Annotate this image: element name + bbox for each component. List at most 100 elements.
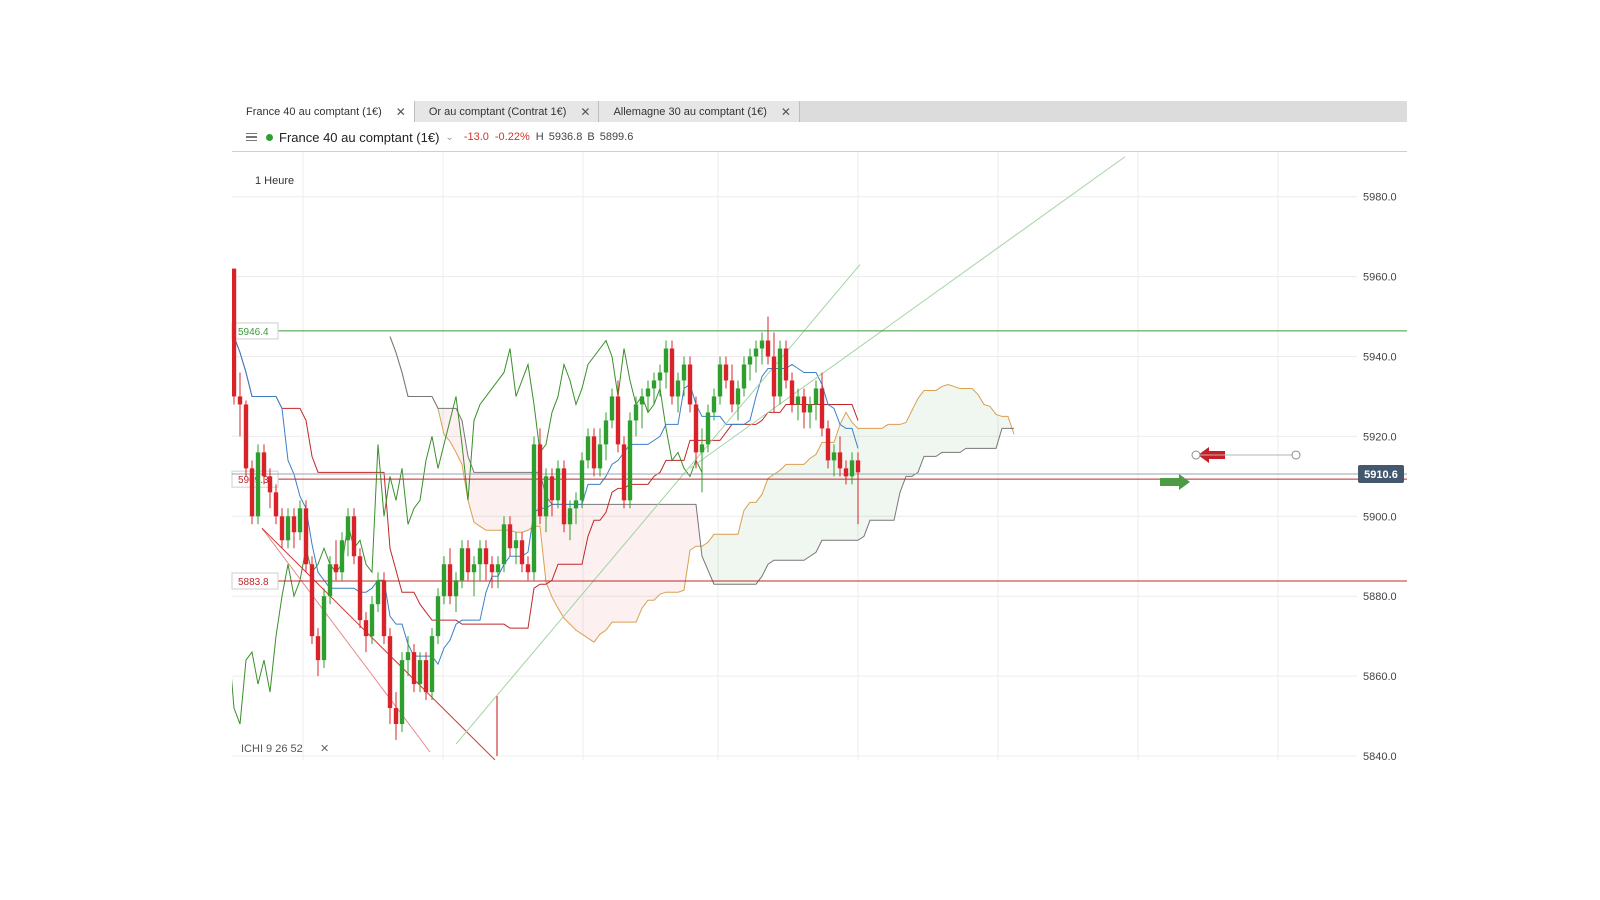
cloud-segment: [522, 472, 528, 533]
candle-body: [855, 460, 861, 473]
y-tick-label: 5980.0: [1363, 192, 1397, 204]
candle: [405, 636, 411, 677]
candle: [429, 628, 435, 701]
cloud-segment: [636, 504, 642, 623]
price-chart[interactable]: 5946.45909.35883.85840.05860.05880.05900…: [0, 0, 1600, 900]
cloud-segment: [900, 422, 906, 493]
candle-body: [627, 420, 633, 501]
candle: [681, 356, 687, 397]
candle-body: [279, 516, 285, 541]
cloud-segment: [744, 502, 750, 585]
candle: [333, 540, 339, 581]
candle-body: [843, 468, 849, 477]
candle-body: [591, 436, 597, 469]
candle-body: [621, 444, 627, 501]
indicator-legend: ICHI 9 26 52: [241, 743, 303, 755]
candle: [723, 356, 729, 389]
candle-body: [243, 404, 249, 469]
candle-body: [579, 460, 585, 501]
candle: [663, 340, 669, 389]
candle-body: [669, 348, 675, 397]
candle: [609, 388, 615, 429]
candle-body: [423, 660, 429, 693]
candle-body: [381, 580, 387, 637]
candle: [513, 532, 519, 565]
candle-body: [723, 364, 729, 381]
candle: [369, 596, 375, 645]
cloud-segment: [474, 472, 480, 527]
candle-body: [675, 380, 681, 397]
candle: [471, 556, 477, 597]
candle-body: [783, 348, 789, 381]
candle-body: [819, 388, 825, 429]
candle: [789, 372, 795, 413]
candle-body: [615, 396, 621, 445]
cloud-segment: [816, 442, 822, 553]
cloud-segment: [768, 474, 774, 565]
candle-body: [459, 548, 465, 581]
candle-body: [519, 540, 525, 565]
candle-body: [471, 564, 477, 573]
candle-body: [525, 564, 531, 573]
candle-body: [405, 652, 411, 661]
candle-body: [633, 404, 639, 421]
candle-body: [453, 580, 459, 597]
candle: [237, 372, 243, 437]
candle: [351, 508, 357, 565]
candle-body: [393, 708, 399, 725]
cloud-segment: [726, 534, 732, 585]
candle-body: [573, 500, 579, 509]
candle-body: [663, 348, 669, 373]
candle-body: [237, 396, 243, 405]
cloud-segment: [492, 472, 498, 531]
candle: [591, 428, 597, 477]
candle-body: [837, 452, 843, 469]
candle: [411, 644, 417, 693]
candle: [465, 540, 471, 581]
candle-body: [567, 508, 573, 525]
y-tick-label: 5920.0: [1363, 431, 1397, 443]
candle-body: [303, 508, 309, 565]
candle: [759, 332, 765, 365]
candle-body: [555, 468, 561, 501]
candle-body: [651, 380, 657, 389]
cloud-segment: [486, 472, 492, 531]
candle-body: [267, 476, 273, 493]
close-icon[interactable]: ✕: [320, 743, 329, 755]
candle: [771, 332, 777, 413]
cloud-segment: [882, 424, 888, 521]
candle-body: [375, 580, 381, 605]
cloud-segment: [960, 388, 966, 453]
candle: [519, 532, 525, 573]
candle: [729, 364, 735, 413]
candle-body: [465, 548, 471, 573]
candle-body: [399, 660, 405, 725]
candle-body: [711, 396, 717, 413]
candle-body: [693, 404, 699, 453]
candle: [232, 268, 237, 405]
candle-body: [759, 340, 765, 349]
candle-body: [351, 516, 357, 557]
cloud-segment: [510, 472, 516, 533]
y-tick-label: 5940.0: [1363, 352, 1397, 364]
cloud-segment: [588, 504, 594, 643]
candle: [711, 388, 717, 421]
candle: [453, 572, 459, 613]
candle-body: [849, 460, 855, 477]
candle: [705, 404, 711, 453]
candle-body: [321, 596, 327, 661]
cloud-segment: [648, 504, 654, 601]
level-label: 5946.4: [238, 327, 269, 338]
candle-body: [639, 396, 645, 405]
candle: [765, 316, 771, 365]
trend-line-down: [261, 527, 431, 753]
candle: [579, 452, 585, 509]
candle-body: [771, 356, 777, 397]
cloud-segment: [972, 388, 978, 449]
candle: [597, 428, 603, 477]
candle: [813, 380, 819, 421]
candle: [747, 348, 753, 381]
cloud-segment: [912, 398, 918, 477]
candle: [309, 556, 315, 645]
candle-body: [501, 524, 507, 565]
